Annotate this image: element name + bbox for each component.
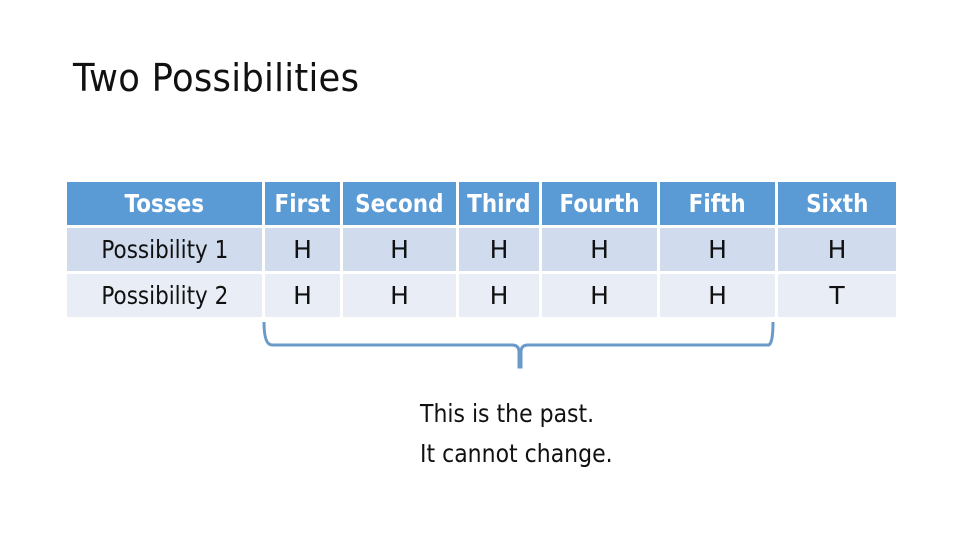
brace-shape [262,321,775,369]
caption-line-2: It cannot change. [420,439,613,468]
past-caption: This is the past. It cannot change. [420,394,639,474]
caption-line-1: This is the past. [420,399,595,428]
